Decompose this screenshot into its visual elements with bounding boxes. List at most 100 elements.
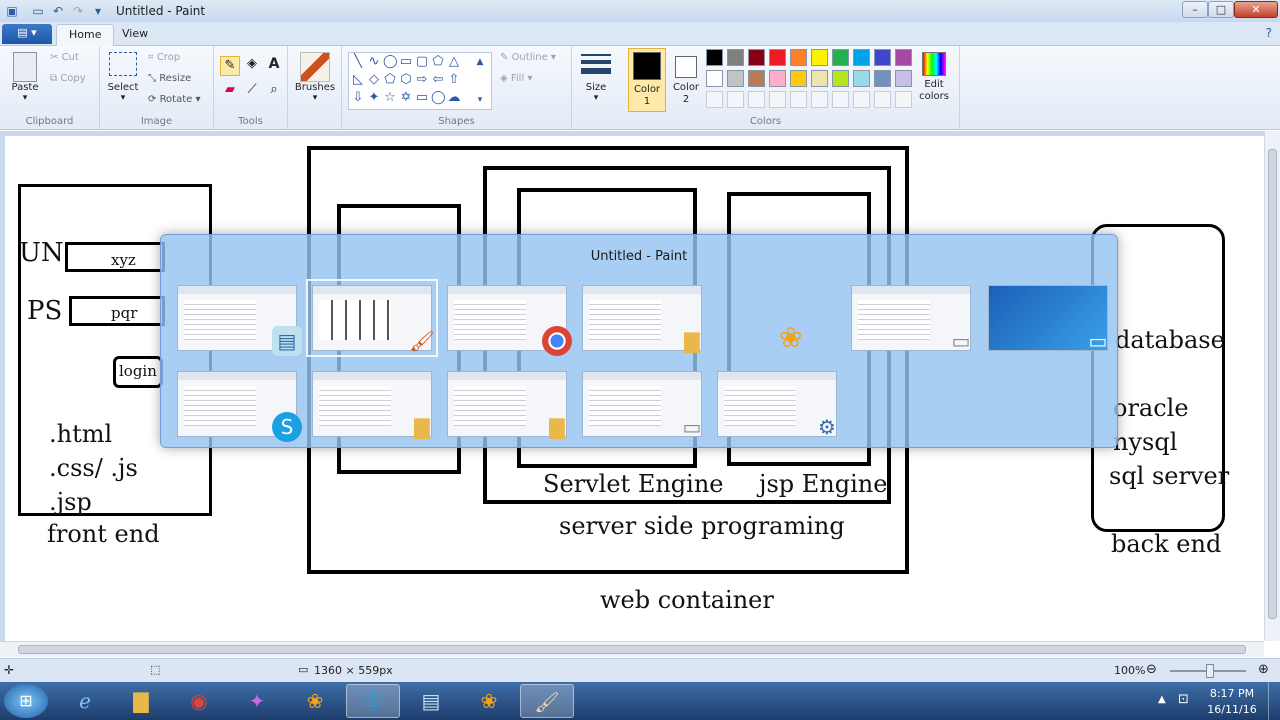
rectangle-shape-icon[interactable]: ▭ xyxy=(399,55,413,69)
select-dropdown-icon[interactable]: ▾ xyxy=(106,93,140,103)
custom-color-slot[interactable] xyxy=(853,91,870,108)
palette-swatch[interactable] xyxy=(706,70,723,87)
resize-button[interactable]: ⤡ Resize xyxy=(148,73,191,84)
color-picker-icon[interactable]: ⟋ xyxy=(242,82,262,102)
taskbar-explorer-icon[interactable]: ▇ xyxy=(114,684,168,718)
sunflower-app-icon[interactable]: ❀ xyxy=(779,321,802,354)
palette-swatch[interactable] xyxy=(706,49,723,66)
triangle-shape-icon[interactable]: △ xyxy=(447,55,461,69)
taskbar-ie-icon[interactable]: ℯ xyxy=(58,684,112,718)
text-icon[interactable]: A xyxy=(264,56,284,76)
callout-oval-shape-icon[interactable]: ◯ xyxy=(431,91,446,105)
rounded-rectangle-shape-icon[interactable]: ▢ xyxy=(415,55,429,69)
palette-swatch[interactable] xyxy=(748,49,765,66)
color1-button[interactable]: Color 1 xyxy=(628,48,666,112)
network-icon[interactable]: ⊡ xyxy=(1178,692,1189,707)
tray-overflow-icon[interactable]: ▲ xyxy=(1158,694,1166,705)
palette-swatch[interactable] xyxy=(769,70,786,87)
copy-button[interactable]: ⧉ Copy xyxy=(50,73,86,84)
custom-color-slot[interactable] xyxy=(832,91,849,108)
crop-button[interactable]: ⌗ Crop xyxy=(148,52,180,63)
select-button[interactable]: Select ▾ xyxy=(106,52,140,103)
diamond-shape-icon[interactable]: ◇ xyxy=(367,73,381,87)
pentagon-shape-icon[interactable]: ⬠ xyxy=(383,73,397,87)
clock-time[interactable]: 8:17 PM xyxy=(1206,687,1258,700)
thumb-desktop[interactable]: ▭ xyxy=(988,285,1108,353)
palette-swatch[interactable] xyxy=(790,70,807,87)
rotate-button[interactable]: ⟳ Rotate ▾ xyxy=(148,94,201,105)
five-point-star-shape-icon[interactable]: ☆ xyxy=(383,91,397,105)
taskbar-sunflower-icon-2[interactable]: ❀ xyxy=(462,684,516,718)
color2-button[interactable]: Color 2 xyxy=(670,48,702,112)
outline-button[interactable]: ✎ Outline ▾ xyxy=(500,52,556,63)
brushes-button[interactable]: Brushes ▾ xyxy=(294,52,336,103)
paste-dropdown-icon[interactable]: ▾ xyxy=(8,93,42,103)
custom-color-slot[interactable] xyxy=(727,91,744,108)
custom-color-slot[interactable] xyxy=(790,91,807,108)
thumb-explorer-4[interactable]: ▇ xyxy=(447,371,567,439)
six-point-star-shape-icon[interactable]: ✡ xyxy=(399,91,413,105)
palette-swatch[interactable] xyxy=(895,49,912,66)
taskbar-notepad-icon[interactable]: ▤ xyxy=(404,684,458,718)
palette-swatch[interactable] xyxy=(811,49,828,66)
thumb-chrome[interactable] xyxy=(447,285,572,356)
custom-color-slot[interactable] xyxy=(874,91,891,108)
taskbar-app-icon[interactable]: ✦ xyxy=(230,684,284,718)
taskbar-sunflower-icon[interactable]: ❀ xyxy=(288,684,342,718)
thumb-notepad[interactable]: ▤ xyxy=(177,285,302,356)
vertical-scroll-thumb[interactable] xyxy=(1268,149,1277,619)
right-triangle-shape-icon[interactable]: ◺ xyxy=(351,73,365,87)
hexagon-shape-icon[interactable]: ⬡ xyxy=(399,73,413,87)
size-button[interactable]: Size ▾ xyxy=(578,52,614,103)
tab-home[interactable]: Home xyxy=(56,24,115,46)
custom-color-slot[interactable] xyxy=(748,91,765,108)
thumb-explorer-1[interactable]: ▇ xyxy=(582,285,702,353)
palette-swatch[interactable] xyxy=(895,70,912,87)
palette-swatch[interactable] xyxy=(832,49,849,66)
polygon-shape-icon[interactable]: ⬠ xyxy=(431,55,445,69)
callout-rect-shape-icon[interactable]: ▭ xyxy=(415,91,429,105)
thumb-explorer-3[interactable]: ▇ xyxy=(312,371,432,439)
fill-bucket-icon[interactable]: ◈ xyxy=(242,56,262,76)
save-icon[interactable]: ▭ xyxy=(30,3,46,19)
palette-swatch[interactable] xyxy=(727,49,744,66)
palette-swatch[interactable] xyxy=(748,70,765,87)
magnifier-icon[interactable]: ⌕ xyxy=(264,82,284,102)
custom-color-slot[interactable] xyxy=(811,91,828,108)
show-desktop-button[interactable] xyxy=(1268,682,1280,720)
horizontal-scrollbar[interactable] xyxy=(0,641,1264,657)
file-menu-button[interactable]: ▤ ▾ xyxy=(2,24,52,44)
undo-icon[interactable]: ↶ xyxy=(50,3,66,19)
minimize-button[interactable]: – xyxy=(1182,1,1208,18)
right-arrow-shape-icon[interactable]: ⇨ xyxy=(415,73,429,87)
up-arrow-shape-icon[interactable]: ⇧ xyxy=(447,73,461,87)
cloud-callout-shape-icon[interactable]: ☁ xyxy=(447,91,461,105)
fill-button[interactable]: ◈ Fill ▾ xyxy=(500,73,532,84)
zoom-slider-handle[interactable] xyxy=(1206,664,1214,678)
thumb-paint[interactable]: 🖌 xyxy=(306,279,438,357)
start-button[interactable]: ⊞ xyxy=(4,684,48,718)
thumb-installer[interactable]: ⚙ xyxy=(717,371,837,439)
help-icon[interactable]: ? xyxy=(1266,26,1272,40)
palette-swatch[interactable] xyxy=(874,49,891,66)
zoom-in-button[interactable]: ⊕ xyxy=(1258,662,1269,677)
thumb-explorer-5[interactable]: ▭ xyxy=(582,371,702,439)
curve-shape-icon[interactable]: ∿ xyxy=(367,55,381,69)
four-point-star-shape-icon[interactable]: ✦ xyxy=(367,91,381,105)
custom-color-slot[interactable] xyxy=(769,91,786,108)
thumb-explorer-2[interactable]: ▭ xyxy=(851,285,971,353)
clock-date[interactable]: 16/11/16 xyxy=(1206,703,1258,716)
palette-swatch[interactable] xyxy=(853,49,870,66)
size-dropdown-icon[interactable]: ▾ xyxy=(578,93,614,103)
left-arrow-shape-icon[interactable]: ⇦ xyxy=(431,73,445,87)
maximize-button[interactable]: □ xyxy=(1208,1,1234,18)
vertical-scrollbar[interactable] xyxy=(1264,131,1280,641)
taskbar-chrome-icon[interactable]: ◉ xyxy=(172,684,226,718)
zoom-out-button[interactable]: ⊖ xyxy=(1146,662,1157,677)
cut-button[interactable]: ✂ Cut xyxy=(50,52,79,63)
taskbar-skype-icon[interactable]: Ⓢ xyxy=(346,684,400,718)
shapes-more-icon[interactable]: ▾ xyxy=(473,93,487,107)
customize-toolbar-icon[interactable]: ▾ xyxy=(90,3,106,19)
paste-button[interactable]: Paste ▾ xyxy=(8,52,42,103)
taskbar-paint-icon[interactable]: 🖌 xyxy=(520,684,574,718)
